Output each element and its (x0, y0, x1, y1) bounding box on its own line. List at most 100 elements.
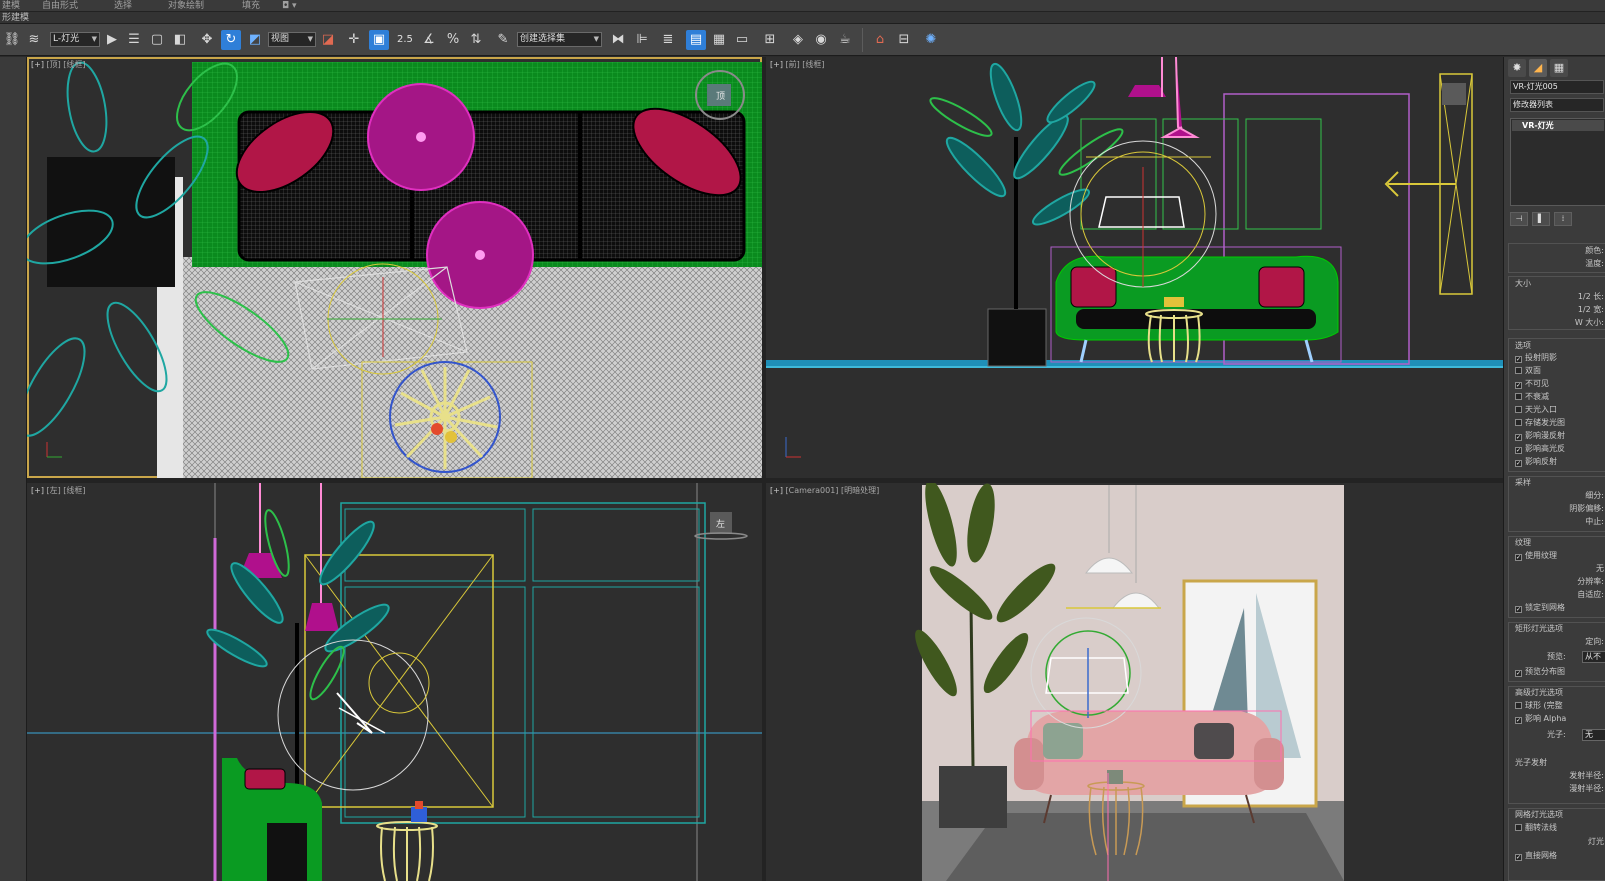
adaptive-label: 自适应: (1577, 590, 1604, 599)
temperature-label: 温度: (1585, 259, 1604, 268)
object-name-field[interactable]: VR-灯光005 (1510, 80, 1604, 94)
render-setup-icon[interactable]: ◉ (811, 30, 831, 50)
viewport-front-label[interactable]: [+] [前] [线框] (770, 59, 825, 70)
hierarchy-icon[interactable]: ▦ (1550, 59, 1568, 77)
select-by-name-icon[interactable]: ☰ (124, 30, 144, 50)
option-checkbox[interactable]: ✓ 影响漫反射 (1515, 431, 1565, 441)
named-selection-dropdown[interactable]: 创建选择集 ▼ (517, 32, 602, 47)
use-texture-checkbox[interactable]: ✓ 使用纹理 (1515, 551, 1557, 561)
viewport-view-name[interactable]: [前] (786, 60, 800, 69)
vray-settings-icon[interactable]: ✺ (921, 30, 941, 50)
photon-dropdown[interactable]: 无 (1582, 729, 1605, 741)
checkbox-box (1515, 419, 1522, 426)
show-end-result-button[interactable]: ▌ (1532, 212, 1550, 226)
curve-editor-icon[interactable]: ▭ (732, 30, 752, 50)
option-checkbox[interactable]: ✓ 投射阴影 (1515, 353, 1557, 363)
select-manipulate-icon[interactable]: ✛ (344, 30, 364, 50)
pin-stack-button[interactable]: ⊣ (1510, 212, 1528, 226)
planter-front (987, 308, 1047, 367)
viewport-shading-mode[interactable]: [线框] (802, 60, 824, 69)
checkbox-box: ✓ (1515, 434, 1522, 441)
ribbon-tab-modeling[interactable]: 建模 (2, 0, 20, 12)
viewport-top[interactable]: [+] [顶] [线框] 顶 (27, 57, 762, 478)
texture-none-button[interactable]: 无 (1596, 564, 1604, 574)
viewport-menu-plus[interactable]: [+] (31, 486, 44, 495)
modifier-stack-item[interactable]: VR-灯光 (1512, 120, 1604, 131)
surface-checkbox[interactable]: 球形 (完整 (1515, 701, 1563, 711)
snap-toggle-icon[interactable]: 2.5 (397, 32, 413, 47)
render-teapot-icon[interactable]: ☕ (835, 30, 855, 50)
viewport-shading-mode[interactable]: [明暗处理] (841, 486, 879, 495)
viewport-menu-plus[interactable]: [+] (770, 60, 783, 69)
select-rotate-icon[interactable]: ↻ (221, 30, 241, 50)
viewport-front[interactable]: [+] [前] [线框] (766, 57, 1503, 478)
percent-snap-icon[interactable]: % (443, 30, 463, 50)
ribbon-tab-freeform[interactable]: 自由形式 (42, 0, 78, 12)
option-checkbox[interactable]: 双面 (1515, 366, 1541, 376)
layer-manager-icon[interactable]: ≣ (658, 30, 678, 50)
viewport-view-name[interactable]: [Camera001] (786, 486, 839, 495)
viewport-left[interactable]: [+] [左] [线框] 左 (27, 483, 762, 881)
mirror-icon[interactable]: ⧓ (608, 30, 628, 50)
affect-alpha-checkbox[interactable]: ✓ 影响 Alpha (1515, 714, 1566, 724)
material-editor-icon[interactable]: ◈ (788, 30, 808, 50)
edit-named-selection-icon[interactable]: ✎ (493, 30, 513, 50)
vray-tools-icon[interactable]: ⌂ (870, 30, 890, 50)
viewport-menu-plus[interactable]: [+] (31, 60, 44, 69)
ribbon-options-dropdown[interactable]: ◘ ▾ (282, 0, 297, 12)
modifier-stack: VR-灯光 (1510, 118, 1605, 206)
planter-render (939, 766, 1007, 828)
spinner-snap-icon[interactable]: ⇅ (466, 30, 486, 50)
option-checkbox[interactable]: ✓ 不可见 (1515, 379, 1549, 389)
select-object-icon[interactable]: ▶ (102, 30, 122, 50)
option-checkbox[interactable]: 天光入口 (1515, 405, 1557, 415)
select-scale-icon[interactable]: ◩ (245, 30, 265, 50)
viewport-shading-mode[interactable]: [线框] (63, 60, 85, 69)
flip-normals-checkbox[interactable]: 翻转法线 (1515, 823, 1557, 833)
graphite-toolbar-icon[interactable]: ▦ (709, 30, 729, 50)
pivot-center-icon[interactable]: ◪ (318, 30, 338, 50)
viewcube-front[interactable] (1442, 83, 1466, 105)
viewport-shading-mode[interactable]: [线框] (63, 486, 85, 495)
viewport-camera[interactable]: [+] [Camera001] [明暗处理] (766, 483, 1503, 881)
schematic-view-icon[interactable]: ⊞ (760, 30, 780, 50)
option-checkbox[interactable]: 存储发光图 (1515, 418, 1565, 428)
vray-frame-buffer-icon[interactable]: ⊟ (894, 30, 914, 50)
lock-to-grid-checkbox[interactable]: ✓ 锁定到网格 (1515, 603, 1565, 613)
window-crossing-icon[interactable]: ◧ (170, 30, 190, 50)
modifier-list-dropdown[interactable]: 修改器列表 (1510, 98, 1604, 112)
advanced-options-title: 高级灯光选项 (1515, 688, 1563, 697)
modify-icon[interactable]: ◢ (1529, 59, 1547, 77)
select-move-icon[interactable]: ✥ (197, 30, 217, 50)
create-icon[interactable]: ✸ (1508, 59, 1526, 77)
selection-filter-dropdown[interactable]: L-灯光 ▼ (50, 32, 100, 47)
link-icon[interactable]: ⛓ (2, 30, 22, 50)
advanced-options-group: 高级灯光选项 球形 (完整 ✓ 影响 Alpha 光子: 无 光子发射 发射半径:… (1508, 686, 1605, 804)
keyboard-shortcut-override-icon[interactable]: ▣ (369, 30, 389, 50)
reference-coord-dropdown[interactable]: 视图 ▼ (268, 32, 316, 47)
viewport-left-label[interactable]: [+] [左] [线框] (31, 485, 86, 496)
viewport-top-label[interactable]: [+] [顶] [线框] (31, 59, 86, 70)
ribbon-tab-selection[interactable]: 选择 (114, 0, 132, 12)
make-unique-button[interactable]: ⁞ (1554, 212, 1572, 226)
option-checkbox[interactable]: 不衰减 (1515, 392, 1549, 402)
half-width-label: 1/2 宽: (1577, 305, 1604, 314)
option-checkbox[interactable]: ✓ 影响反射 (1515, 457, 1557, 467)
scene-explorer-icon[interactable]: ▤ (686, 30, 706, 50)
show-distribution-checkbox[interactable]: ✓ 预览分布图 (1515, 667, 1565, 677)
ribbon-tab-object-paint[interactable]: 对象绘制 (168, 0, 204, 12)
bind-spacewarp-icon[interactable]: ≋ (24, 30, 44, 50)
wall-panel-left (340, 502, 706, 824)
angle-snap-icon[interactable]: ∡ (419, 30, 439, 50)
viewport-menu-plus[interactable]: [+] (770, 486, 783, 495)
mesh-setting-checkbox[interactable]: ✓ 直接网格 (1515, 851, 1557, 861)
viewport-view-name[interactable]: [左] (47, 486, 61, 495)
ribbon-tab-populate[interactable]: 填充 (242, 0, 260, 12)
rect-selection-icon[interactable]: ▢ (147, 30, 167, 50)
cutoff-label: 中止: (1585, 517, 1604, 526)
viewport-camera-label[interactable]: [+] [Camera001] [明暗处理] (770, 485, 879, 496)
preview-dropdown[interactable]: 从不 (1582, 651, 1605, 663)
viewport-view-name[interactable]: [顶] (47, 60, 61, 69)
align-icon[interactable]: ⊫ (632, 30, 652, 50)
option-checkbox[interactable]: ✓ 影响高光反 (1515, 444, 1565, 454)
